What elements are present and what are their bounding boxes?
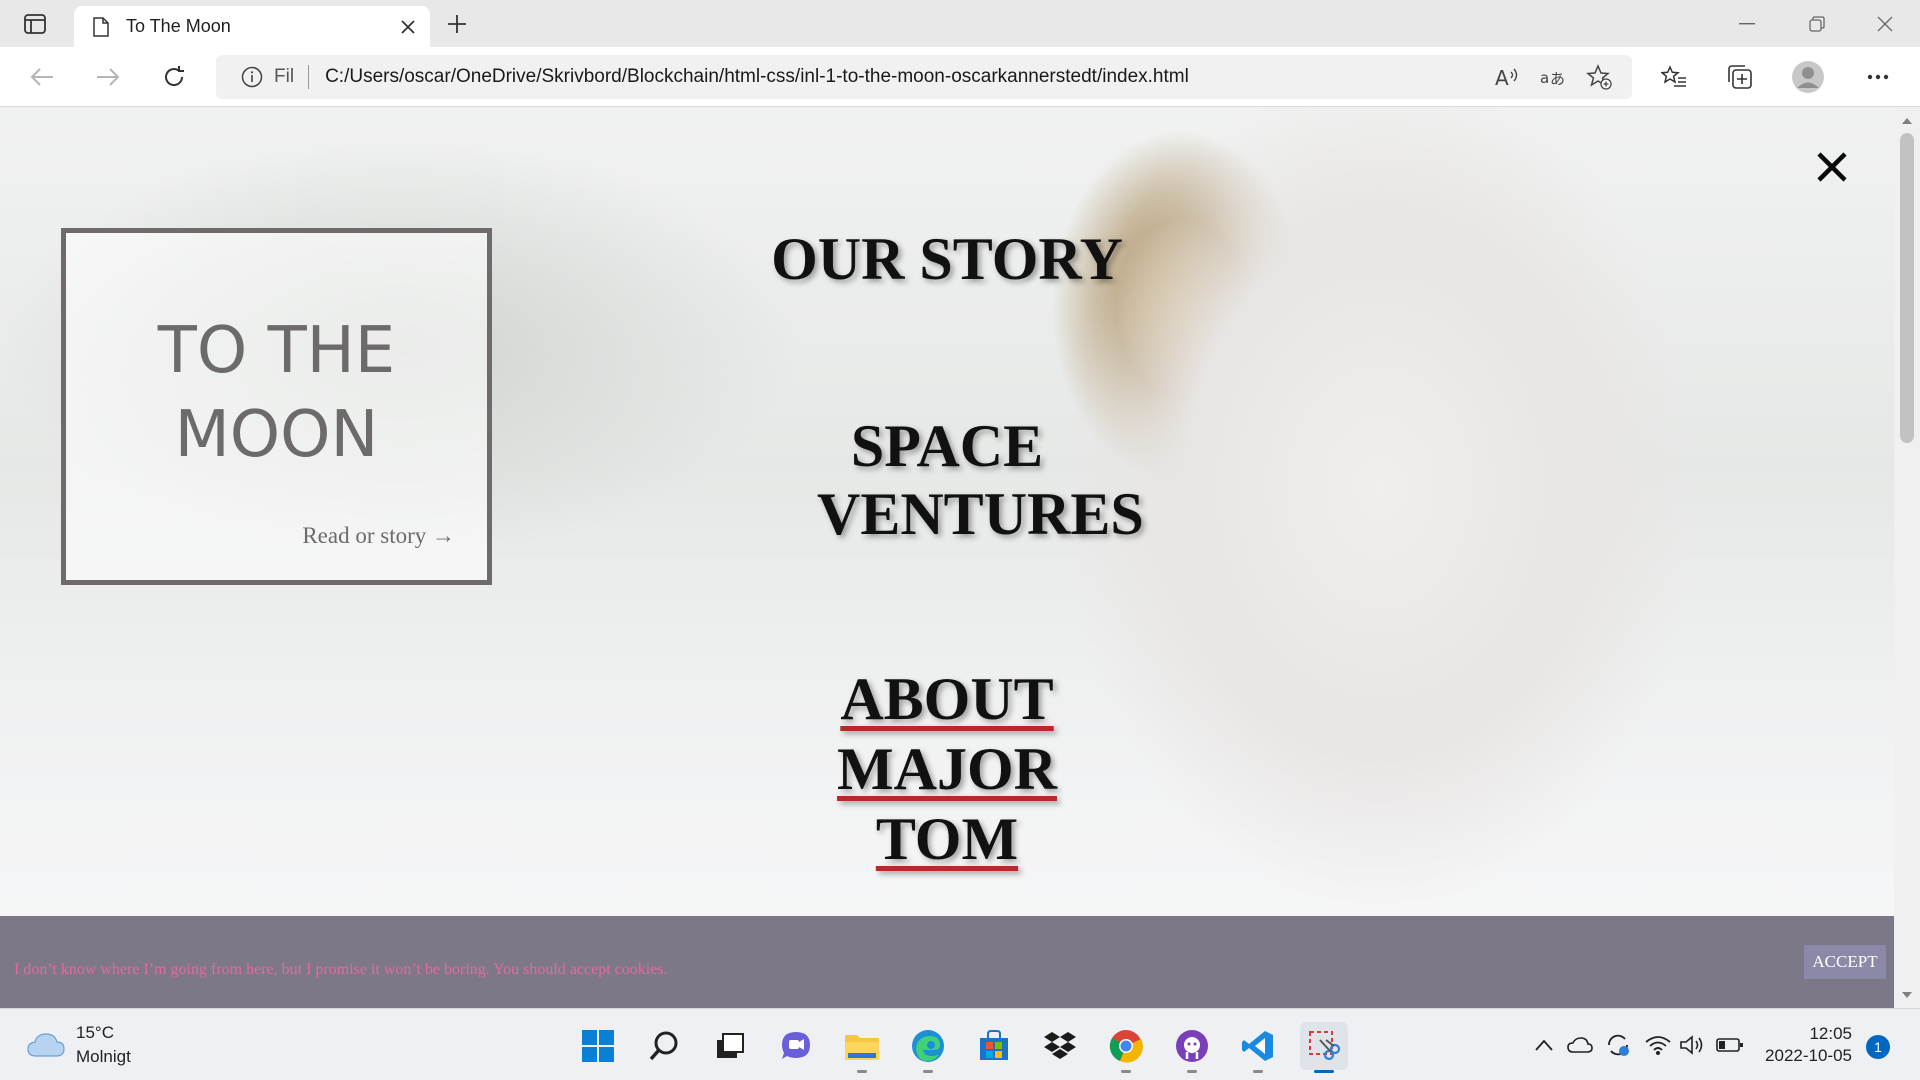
minimize-icon[interactable]	[1712, 0, 1782, 47]
cookie-message: I don’t know where I’m going from here, …	[14, 961, 668, 978]
nav-space-ventures-label: SPACE VENTURES	[817, 413, 1144, 547]
brand-title: TO THE MOON	[157, 314, 396, 472]
read-aloud-icon[interactable]: A	[1484, 57, 1530, 97]
microsoft-store-icon[interactable]	[970, 1022, 1018, 1070]
nav-about-major-tom-label: ABOUT MAJOR TOM	[837, 666, 1057, 872]
scheme-label: Fil	[274, 66, 295, 87]
close-window-icon[interactable]	[1850, 0, 1920, 47]
chevron-up-icon[interactable]	[1530, 1031, 1558, 1059]
scroll-thumb[interactable]	[1900, 133, 1914, 443]
running-indicator	[1253, 1070, 1263, 1073]
battery-icon[interactable]	[1716, 1031, 1744, 1059]
nav-space-ventures[interactable]: SPACE VENTURES	[597, 412, 1297, 548]
back-icon[interactable]	[22, 57, 62, 97]
running-indicator	[1121, 1070, 1131, 1073]
brand-box: TO THE MOON Read or story →	[61, 228, 492, 585]
close-tab-icon[interactable]	[390, 9, 426, 45]
taskbar: 15°C Molnigt 12:05 2022-10-05 1	[0, 1008, 1920, 1080]
running-indicator	[1314, 1070, 1334, 1073]
system-clock[interactable]: 12:05 2022-10-05	[1760, 1023, 1852, 1067]
page-icon	[90, 16, 112, 38]
chrome-icon[interactable]	[1102, 1022, 1150, 1073]
page-viewport: TO THE MOON Read or story → OUR STORY SP…	[0, 107, 1894, 1008]
svg-text:A: A	[1495, 66, 1509, 88]
page-scrollbar[interactable]	[1894, 107, 1920, 1008]
dropbox-icon[interactable]	[1036, 1022, 1084, 1070]
add-favorite-icon[interactable]	[1576, 57, 1622, 97]
wifi-icon[interactable]	[1644, 1031, 1672, 1059]
read-story-link[interactable]: Read or story →	[302, 523, 455, 549]
tab-title: To The Moon	[126, 16, 231, 36]
scroll-down-icon[interactable]	[1894, 982, 1920, 1008]
running-indicator	[923, 1070, 933, 1073]
tab-actions-icon[interactable]	[18, 10, 52, 38]
nav-our-story-label: OUR STORY	[771, 226, 1123, 292]
address-bar[interactable]: Fil C:/Users/oscar/OneDrive/Skrivbord/Bl…	[216, 55, 1632, 99]
teams-chat-icon[interactable]	[772, 1022, 820, 1070]
favorites-icon[interactable]	[1654, 57, 1694, 97]
running-indicator	[1187, 1070, 1197, 1073]
tab-strip: To The Moon	[0, 0, 1920, 47]
accept-cookies-button[interactable]: ACCEPT	[1804, 945, 1886, 979]
search-icon[interactable]	[640, 1022, 688, 1070]
nav-our-story[interactable]: OUR STORY	[597, 225, 1297, 293]
weather-desc: Molnigt	[76, 1047, 131, 1066]
cloud-icon	[27, 1033, 65, 1057]
more-menu-icon[interactable]	[1858, 57, 1898, 97]
cookie-bar: I don’t know where I’m going from here, …	[0, 916, 1894, 1008]
windows-start-icon[interactable]	[574, 1022, 622, 1070]
notification-badge[interactable]: 1	[1866, 1035, 1890, 1059]
edge-icon[interactable]	[904, 1022, 952, 1073]
browser-toolbar: Fil C:/Users/oscar/OneDrive/Skrivbord/Bl…	[0, 47, 1920, 107]
svg-text:あ: あ	[1550, 70, 1565, 88]
close-menu-icon[interactable]	[1810, 145, 1854, 189]
collections-icon[interactable]	[1720, 57, 1760, 97]
running-indicator	[857, 1070, 867, 1073]
refresh-icon[interactable]	[154, 57, 194, 97]
site-info-icon[interactable]	[240, 65, 264, 89]
weather-widget[interactable]: 15°C Molnigt	[26, 1021, 131, 1069]
weather-temp: 15°C	[76, 1023, 114, 1042]
task-view-icon[interactable]	[706, 1022, 754, 1070]
scroll-up-icon[interactable]	[1894, 107, 1920, 133]
onedrive-icon[interactable]	[1566, 1031, 1594, 1059]
forward-icon[interactable]	[88, 57, 128, 97]
vscode-icon[interactable]	[1234, 1022, 1282, 1073]
volume-icon[interactable]	[1678, 1031, 1706, 1059]
svg-text:a: a	[1540, 69, 1549, 87]
restore-icon[interactable]	[1782, 0, 1852, 47]
browser-tab[interactable]: To The Moon	[74, 6, 430, 47]
url-text[interactable]: C:/Users/oscar/OneDrive/Skrivbord/Blockc…	[325, 66, 1484, 88]
omnibox-divider	[308, 65, 310, 89]
clock-time: 12:05	[1809, 1024, 1852, 1043]
sync-icon[interactable]	[1604, 1031, 1632, 1059]
snipping-tool-icon[interactable]	[1300, 1022, 1348, 1073]
translate-icon[interactable]: aあ	[1530, 57, 1576, 97]
file-explorer-icon[interactable]	[838, 1022, 886, 1073]
clock-date: 2022-10-05	[1765, 1046, 1852, 1065]
github-desktop-icon[interactable]	[1168, 1022, 1216, 1073]
new-tab-icon[interactable]	[440, 7, 474, 41]
profile-avatar[interactable]	[1788, 57, 1828, 97]
nav-about-major-tom[interactable]: ABOUT MAJOR TOM	[597, 664, 1297, 874]
